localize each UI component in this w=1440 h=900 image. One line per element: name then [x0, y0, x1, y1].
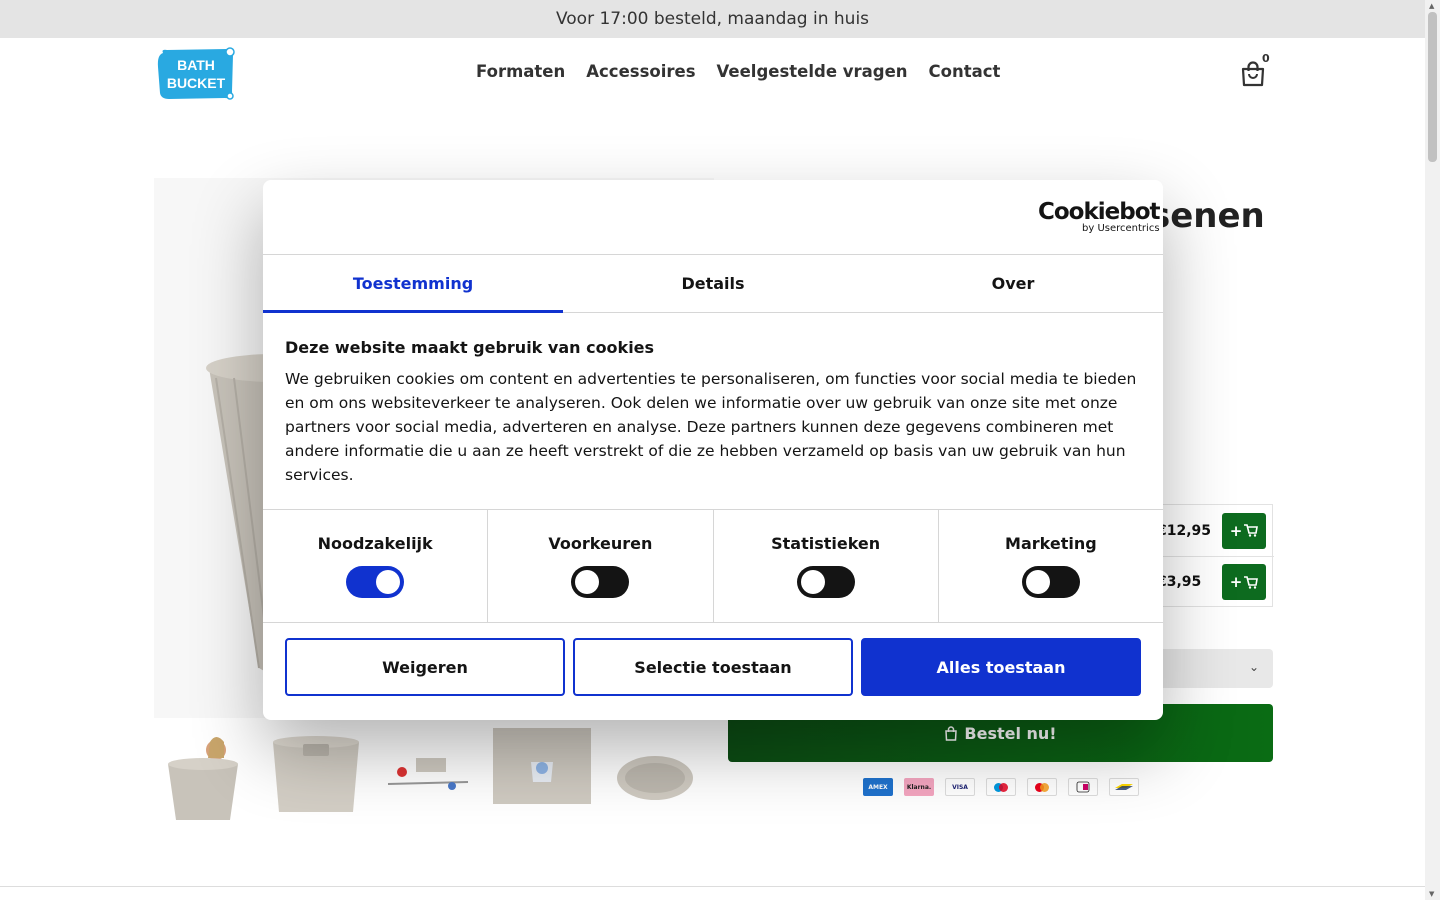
cookiebot-brand: Cookiebot	[1038, 199, 1161, 225]
plus-label: +	[1229, 573, 1243, 591]
main-nav: Formaten Accessoires Veelgestelde vragen…	[476, 62, 1000, 81]
marketing-toggle[interactable]	[1021, 566, 1080, 598]
nav-item-faq[interactable]: Veelgestelde vragen	[717, 62, 908, 81]
necessary-toggle[interactable]	[346, 566, 405, 598]
scroll-down-icon[interactable]: ▼	[1429, 890, 1434, 898]
tab-over[interactable]: Over	[863, 255, 1163, 312]
divider	[0, 886, 1425, 887]
preferences-toggle[interactable]	[571, 566, 630, 598]
logo-line-1: BATH	[177, 57, 215, 73]
dialog-heading: Deze website maakt gebruik van cookies	[285, 338, 655, 357]
cookiebot-logo: Cookiebot by Usercentrics	[1038, 199, 1161, 234]
tab-toestemming[interactable]: Toestemming	[263, 255, 563, 312]
statistics-toggle[interactable]	[796, 566, 855, 598]
dialog-buttons: Weigeren Selectie toestaan Alles toestaa…	[263, 623, 1163, 711]
decline-button[interactable]: Weigeren	[285, 638, 565, 696]
dialog-body: Deze website maakt gebruik van cookies W…	[263, 313, 1163, 510]
bancontact-icon	[1109, 778, 1139, 796]
toggle-knob	[575, 570, 600, 594]
category-label: Statistieken	[771, 534, 881, 553]
nav-item-accessoires[interactable]: Accessoires	[586, 62, 695, 81]
cart-count: 0	[1262, 52, 1270, 65]
product-thumbnails	[154, 728, 704, 826]
cart-icon	[1244, 524, 1259, 537]
scrollbar-thumb[interactable]	[1428, 12, 1437, 162]
active-tab-indicator	[263, 310, 563, 313]
ideal-icon	[1068, 778, 1098, 796]
amex-icon: AMEX	[863, 778, 893, 796]
nav-item-contact[interactable]: Contact	[929, 62, 1001, 81]
category-statistics: Statistieken	[714, 510, 939, 622]
cookiebot-brand-sub: by Usercentrics	[1082, 223, 1160, 234]
toggle-knob	[1025, 570, 1050, 594]
toggle-knob	[376, 570, 401, 594]
category-label: Noodzakelijk	[317, 534, 433, 553]
addon-price: €3,95	[1157, 574, 1202, 590]
toggle-knob	[800, 570, 825, 594]
category-label: Voorkeuren	[548, 534, 653, 553]
page-scrollbar[interactable]: ▲ ▼	[1425, 0, 1440, 900]
scroll-up-icon[interactable]: ▲	[1429, 2, 1434, 10]
cookie-consent-dialog: Cookiebot by Usercentrics Toestemming De…	[263, 180, 1163, 720]
thumbnail-image[interactable]	[493, 728, 591, 826]
dialog-text: We gebruiken cookies om content en adver…	[285, 370, 1137, 484]
nav-item-formaten[interactable]: Formaten	[476, 62, 565, 81]
announcement-bar: Voor 17:00 besteld, maandag in huis	[0, 0, 1425, 38]
allow-all-button[interactable]: Alles toestaan	[861, 638, 1141, 696]
shopping-bag-icon	[945, 725, 958, 741]
add-to-cart-button[interactable]: +	[1222, 512, 1266, 549]
announcement-text: Voor 17:00 besteld, maandag in huis	[555, 9, 870, 29]
thumbnail-image[interactable]	[154, 728, 252, 826]
maestro-icon	[986, 778, 1016, 796]
mastercard-icon	[1027, 778, 1057, 796]
tab-details[interactable]: Details	[563, 255, 863, 312]
dialog-header: Cookiebot by Usercentrics	[263, 180, 1163, 255]
logo-line-2: BUCKET	[167, 75, 226, 91]
product-title: senen	[1150, 196, 1265, 236]
thumbnail-image[interactable]	[606, 728, 704, 826]
plus-label: +	[1229, 521, 1243, 540]
addon-price: €12,95	[1157, 522, 1212, 539]
allow-selection-button[interactable]: Selectie toestaan	[573, 638, 853, 696]
category-preferences: Voorkeuren	[488, 510, 714, 622]
chevron-down-icon: ⌄	[1248, 660, 1259, 674]
cart-icon	[1244, 575, 1259, 589]
thumbnail-image[interactable]	[267, 728, 365, 826]
visa-icon: VISA	[945, 778, 975, 796]
bath-bucket-logo[interactable]: BATH BUCKET	[157, 47, 235, 101]
thumbnail-image[interactable]	[380, 728, 478, 826]
payment-methods: AMEX Klarna. VISA	[863, 778, 1139, 796]
dialog-tabs: Toestemming Details Over	[263, 255, 1163, 313]
add-to-cart-button[interactable]: +	[1222, 564, 1266, 600]
site-header: BATH BUCKET Formaten Accessoires Veelges…	[0, 38, 1425, 108]
klarna-icon: Klarna.	[904, 778, 934, 796]
category-label: Marketing	[1005, 534, 1097, 553]
order-now-label: Bestel nu!	[964, 723, 1057, 743]
category-necessary: Noodzakelijk	[263, 510, 489, 622]
category-marketing: Marketing	[939, 510, 1163, 622]
cookie-categories: Noodzakelijk Voorkeuren Statistieken Mar…	[263, 510, 1163, 623]
